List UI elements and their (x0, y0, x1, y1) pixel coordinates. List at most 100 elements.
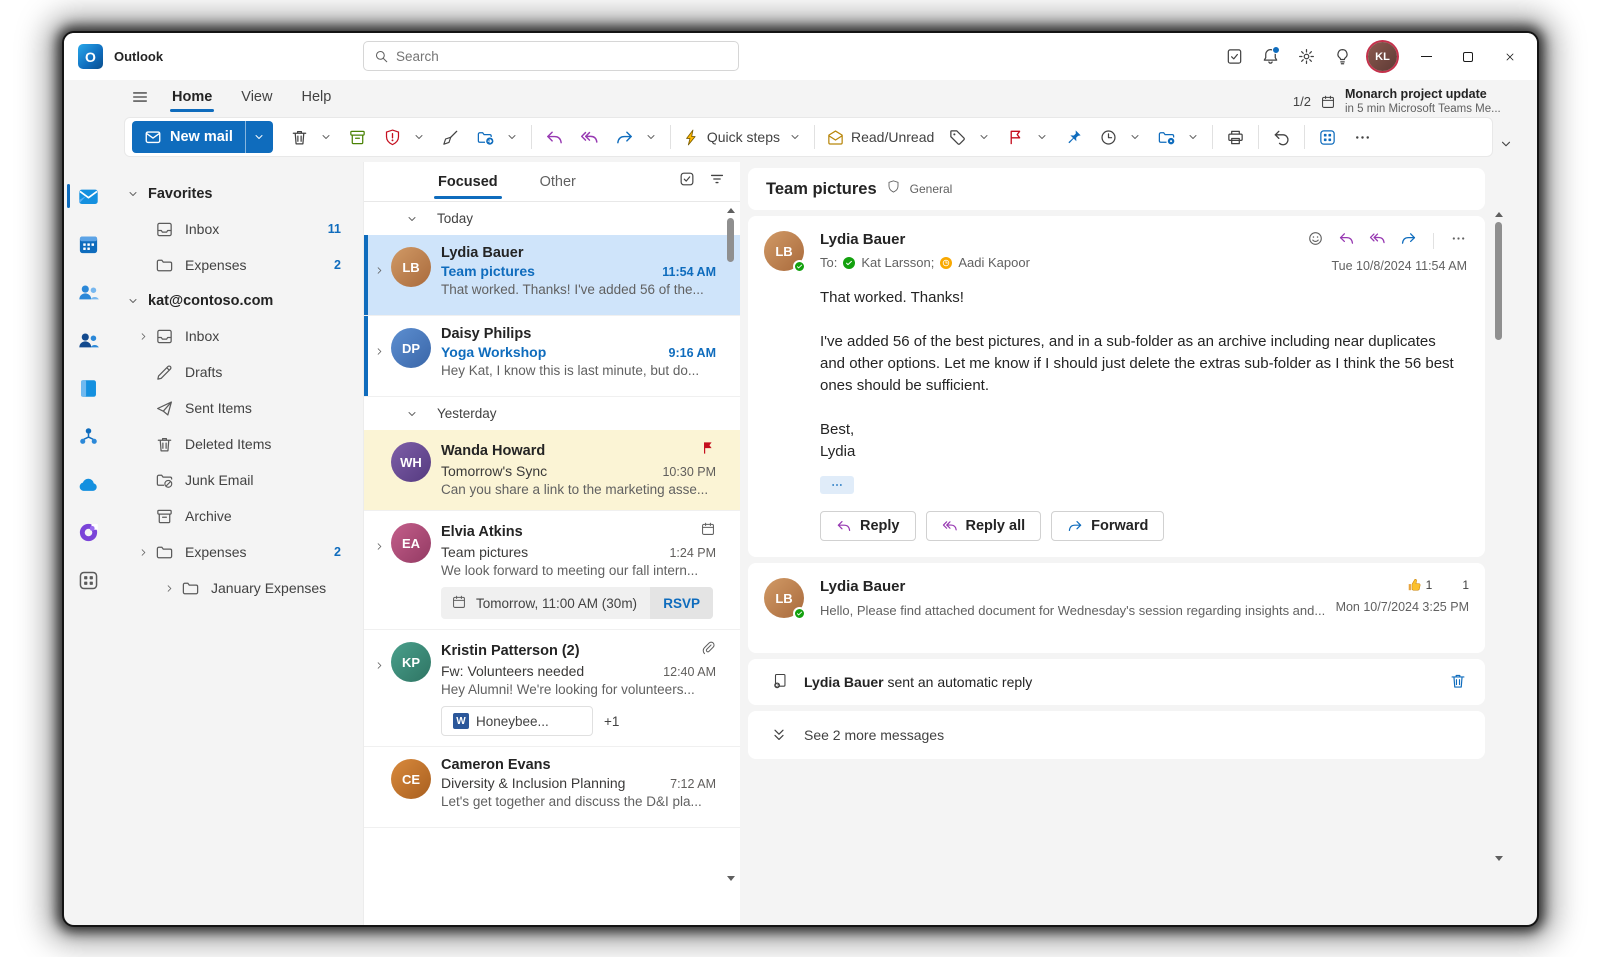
folder-january-expenses[interactable]: January Expenses (112, 570, 363, 606)
tab-home[interactable]: Home (159, 83, 225, 111)
tips-button[interactable] (1324, 40, 1360, 74)
minimize-button[interactable] (1405, 40, 1447, 74)
scroll-down-arrow[interactable] (1495, 856, 1503, 861)
forward-dropdown[interactable] (640, 122, 662, 153)
rsvp-button[interactable]: RSVP (650, 587, 713, 619)
rules-dropdown[interactable] (1182, 122, 1204, 153)
settings-button[interactable] (1288, 40, 1324, 74)
my-day-button[interactable] (1216, 40, 1252, 74)
rail-calendar-button[interactable] (64, 220, 112, 268)
print-button[interactable] (1221, 122, 1250, 153)
tab-help[interactable]: Help (288, 83, 344, 111)
reactions[interactable]: 1 1 (1406, 576, 1469, 593)
scrollbar-thumb[interactable] (1495, 222, 1502, 340)
rail-onedrive-button[interactable] (64, 460, 112, 508)
forward-button[interactable] (1400, 230, 1417, 252)
new-mail-button[interactable]: New mail (132, 121, 273, 153)
reading-scrollbar[interactable] (1493, 212, 1505, 861)
notifications-button[interactable] (1252, 40, 1288, 74)
reply-button[interactable]: Reply (820, 511, 916, 541)
rail-notebook-button[interactable] (64, 364, 112, 412)
recipient[interactable]: Kat Larsson; (861, 255, 934, 270)
reply-button[interactable] (1338, 230, 1355, 252)
pin-button[interactable] (1059, 122, 1088, 153)
rail-org-explorer-button[interactable] (64, 412, 112, 460)
close-button[interactable] (1489, 40, 1531, 74)
rail-loop-button[interactable] (64, 508, 112, 556)
hamburger-button[interactable] (124, 82, 156, 112)
list-item[interactable]: WH Wanda Howard Tomorrow's Sync10:30 PM … (364, 430, 740, 511)
categorize-button[interactable] (943, 122, 972, 153)
delete-button[interactable] (285, 122, 314, 153)
undo-button[interactable] (1267, 122, 1296, 153)
list-item[interactable]: KP Kristin Patterson (2) Fw: Volunteers … (364, 630, 740, 747)
account-avatar[interactable]: KL (1368, 42, 1397, 71)
archive-button[interactable] (343, 122, 372, 153)
flag-icon[interactable] (700, 440, 716, 461)
sweep-button[interactable] (436, 122, 465, 153)
list-item[interactable]: EA Elvia Atkins Team pictures1:24 PM We … (364, 511, 740, 630)
maximize-button[interactable] (1447, 40, 1489, 74)
rail-groups-button[interactable] (64, 316, 112, 364)
snooze-button[interactable] (1094, 122, 1123, 153)
flag-button[interactable] (1001, 122, 1030, 153)
group-header-yesterday[interactable]: Yesterday (364, 397, 740, 430)
expand-chevron-icon[interactable] (135, 328, 152, 345)
expand-chevron-icon[interactable] (374, 245, 389, 305)
filter-button[interactable] (708, 170, 726, 193)
apps-button[interactable] (1313, 122, 1342, 153)
delete-dropdown[interactable] (315, 122, 337, 153)
group-header-today[interactable]: Today (364, 202, 740, 235)
meeting-chip[interactable]: Tomorrow, 11:00 AM (30m) RSVP (441, 587, 713, 619)
quick-steps-button[interactable]: Quick steps (679, 122, 783, 153)
move-to-button[interactable] (471, 122, 500, 153)
tab-focused[interactable]: Focused (434, 165, 502, 199)
folder-deleted-items[interactable]: Deleted Items (112, 426, 363, 462)
report-dropdown[interactable] (408, 122, 430, 153)
reply-all-button[interactable] (575, 122, 604, 153)
tab-view[interactable]: View (228, 83, 285, 111)
forward-button[interactable] (610, 122, 639, 153)
new-mail-dropdown[interactable] (246, 121, 273, 153)
quick-steps-dropdown[interactable] (784, 122, 806, 153)
expand-chevron-icon[interactable] (374, 521, 389, 619)
folder-sent-items[interactable]: Sent Items (112, 390, 363, 426)
categorize-dropdown[interactable] (973, 122, 995, 153)
rules-button[interactable] (1152, 122, 1181, 153)
scrollbar-thumb[interactable] (727, 218, 734, 262)
expand-chevron-icon[interactable] (135, 544, 152, 561)
select-messages-button[interactable] (678, 170, 696, 193)
trimmed-content-button[interactable] (820, 476, 854, 494)
scroll-up-arrow[interactable] (727, 208, 735, 213)
report-button[interactable] (378, 122, 407, 153)
reply-all-button[interactable] (1369, 230, 1386, 252)
reply-button[interactable] (540, 122, 569, 153)
flag-dropdown[interactable] (1031, 122, 1053, 153)
attachment-more-count[interactable]: +1 (604, 714, 619, 729)
rail-more-apps-button[interactable] (64, 556, 112, 604)
favorites-header[interactable]: Favorites (112, 176, 363, 211)
recipient[interactable]: Aadi Kapoor (958, 255, 1030, 270)
account-header[interactable]: kat@contoso.com (112, 283, 363, 318)
meeting-reminder[interactable]: 1/2 Monarch project update in 5 min Micr… (1293, 87, 1521, 116)
collapsed-message-card[interactable]: LB Lydia Bauer Hello, Please find attach… (748, 563, 1485, 653)
ribbon-collapse-button[interactable] (1499, 137, 1513, 156)
folder-favorites-inbox[interactable]: Inbox 11 (112, 211, 363, 247)
expand-chevron-icon[interactable] (374, 640, 389, 736)
rail-people-button[interactable] (64, 268, 112, 316)
folder-archive[interactable]: Archive (112, 498, 363, 534)
expand-chevron-icon[interactable] (161, 580, 178, 597)
more-actions-button[interactable] (1450, 230, 1467, 252)
search-input[interactable] (396, 49, 728, 64)
add-reaction-button[interactable] (1307, 230, 1324, 252)
attachment-chip[interactable]: W Honeybee... (441, 706, 593, 736)
folder-drafts[interactable]: Drafts (112, 354, 363, 390)
automatic-reply-card[interactable]: Lydia Bauer sent an automatic reply (748, 659, 1485, 705)
list-item[interactable]: DP Daisy Philips Yoga Workshop9:16 AM He… (364, 316, 740, 397)
more-commands-button[interactable] (1348, 122, 1377, 153)
scroll-down-arrow[interactable] (727, 876, 735, 881)
see-more-card[interactable]: See 2 more messages (748, 711, 1485, 759)
read-unread-button[interactable]: Read/Unread (823, 122, 937, 153)
move-to-dropdown[interactable] (501, 122, 523, 153)
list-item[interactable]: LB Lydia Bauer Team pictures11:54 AM Tha… (364, 235, 740, 316)
